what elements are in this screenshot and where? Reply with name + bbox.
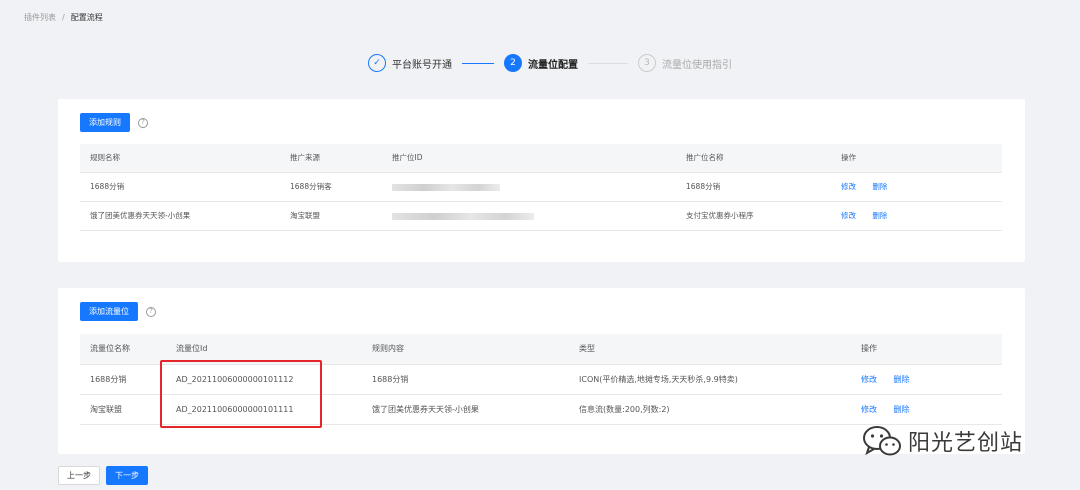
step-guide: 3 流量位使用指引: [638, 54, 732, 72]
rule-pid-name: 支付宝优惠券小程序: [686, 201, 841, 231]
breadcrumb-parent[interactable]: 插件列表: [24, 12, 56, 23]
step-slot-config: 2 流量位配置: [504, 54, 578, 72]
row-actions: 修改 删除: [841, 201, 1002, 231]
table-row: 饿了团美优惠券天天领-小创果 淘宝联盟 支付宝优惠券小程序 修改 删除: [80, 201, 1002, 231]
column-header: 操作: [841, 144, 1002, 173]
step-title: 流量位使用指引: [662, 59, 732, 71]
footer-actions: 上一步 下一步: [58, 466, 148, 485]
column-header: 推广位ID: [392, 144, 686, 173]
edit-link[interactable]: 修改: [841, 211, 856, 220]
step-number: 2: [504, 54, 522, 72]
edit-link[interactable]: 修改: [861, 405, 877, 414]
step-check-icon: ✓: [368, 54, 386, 72]
step-title: 平台账号开通: [392, 59, 452, 71]
add-slot-button[interactable]: 添加流量位: [80, 302, 138, 321]
steps-bar: ✓ 平台账号开通 2 流量位配置 3 流量位使用指引: [368, 52, 732, 74]
column-header: 规则内容: [372, 334, 579, 365]
slot-id: AD_20211006000000101112: [176, 364, 372, 395]
step-connector: [462, 62, 494, 64]
watermark: 阳光艺创站: [862, 424, 1023, 458]
table-row: 淘宝联盟 AD_20211006000000101111 饿了团美优惠券天天领-…: [80, 394, 1002, 425]
slot-name: 淘宝联盟: [80, 394, 176, 425]
step-number: 3: [638, 54, 656, 72]
edit-link[interactable]: 修改: [841, 182, 856, 191]
table-row: 1688分销 AD_20211006000000101112 1688分销 IC…: [80, 364, 1002, 395]
next-step-button[interactable]: 下一步: [106, 466, 148, 485]
rule-pid-name: 1688分销: [686, 172, 841, 202]
table-header-row: 流量位名称 流量位Id 规则内容 类型 操作: [80, 334, 1002, 365]
rule-name: 饿了团美优惠券天天领-小创果: [80, 201, 290, 231]
slots-toolbar: 添加流量位 ?: [80, 302, 156, 321]
column-header: 流量位名称: [80, 334, 176, 365]
rule-source: 1688分销客: [290, 172, 392, 202]
delete-link[interactable]: 删除: [872, 182, 887, 191]
question-circle-icon[interactable]: ?: [138, 117, 148, 128]
question-circle-icon[interactable]: ?: [146, 306, 156, 317]
slot-rule: 1688分销: [372, 364, 579, 395]
step-title: 流量位配置: [528, 59, 578, 71]
rule-pid-redacted: [392, 172, 686, 202]
add-rule-button[interactable]: 添加规则: [80, 113, 130, 132]
delete-link[interactable]: 删除: [872, 211, 887, 220]
table-row: 1688分销 1688分销客 1688分销 修改 删除: [80, 172, 1002, 202]
breadcrumb-separator: /: [62, 13, 65, 22]
breadcrumb-current: 配置流程: [70, 13, 103, 22]
row-actions: 修改 删除: [861, 394, 1002, 425]
row-actions: 修改 删除: [841, 172, 1002, 202]
breadcrumb: 插件列表 / 配置流程: [24, 12, 103, 23]
slot-type: ICON(平价精选,地摊专场,天天秒杀,9.9特卖): [579, 364, 861, 395]
edit-link[interactable]: 修改: [861, 375, 877, 384]
slot-rule: 饿了团美优惠券天天领-小创果: [372, 394, 579, 425]
delete-link[interactable]: 删除: [894, 375, 910, 384]
table-header-row: 规则名称 推广来源 推广位ID 推广位名称 操作: [80, 144, 1002, 173]
rules-card: 添加规则 ? 规则名称 推广来源 推广位ID 推广位名称 操作 1688分销 1…: [58, 99, 1025, 262]
column-header: 流量位Id: [176, 334, 372, 365]
rules-table: 规则名称 推广来源 推广位ID 推广位名称 操作 1688分销 1688分销客 …: [80, 144, 1002, 231]
column-header: 规则名称: [80, 144, 290, 173]
column-header: 推广来源: [290, 144, 392, 173]
slot-name: 1688分销: [80, 364, 176, 395]
wechat-icon: [863, 426, 901, 456]
rules-toolbar: 添加规则 ?: [80, 113, 148, 132]
column-header: 类型: [579, 334, 861, 365]
rule-name: 1688分销: [80, 172, 290, 202]
rule-source: 淘宝联盟: [290, 201, 392, 231]
slots-table: 流量位名称 流量位Id 规则内容 类型 操作 1688分销 AD_2021100…: [80, 334, 1002, 425]
slot-type: 信息流(数量:200,列数:2): [579, 394, 861, 425]
column-header: 操作: [861, 334, 1002, 365]
watermark-text: 阳光艺创站: [908, 431, 1024, 456]
rule-pid-redacted: [392, 201, 686, 231]
prev-step-button[interactable]: 上一步: [58, 466, 100, 485]
delete-link[interactable]: 删除: [894, 405, 910, 414]
row-actions: 修改 删除: [861, 364, 1002, 395]
slot-id: AD_20211006000000101111: [176, 394, 372, 425]
step-account: ✓ 平台账号开通: [368, 54, 452, 72]
column-header: 推广位名称: [686, 144, 841, 173]
step-connector: [588, 62, 628, 64]
